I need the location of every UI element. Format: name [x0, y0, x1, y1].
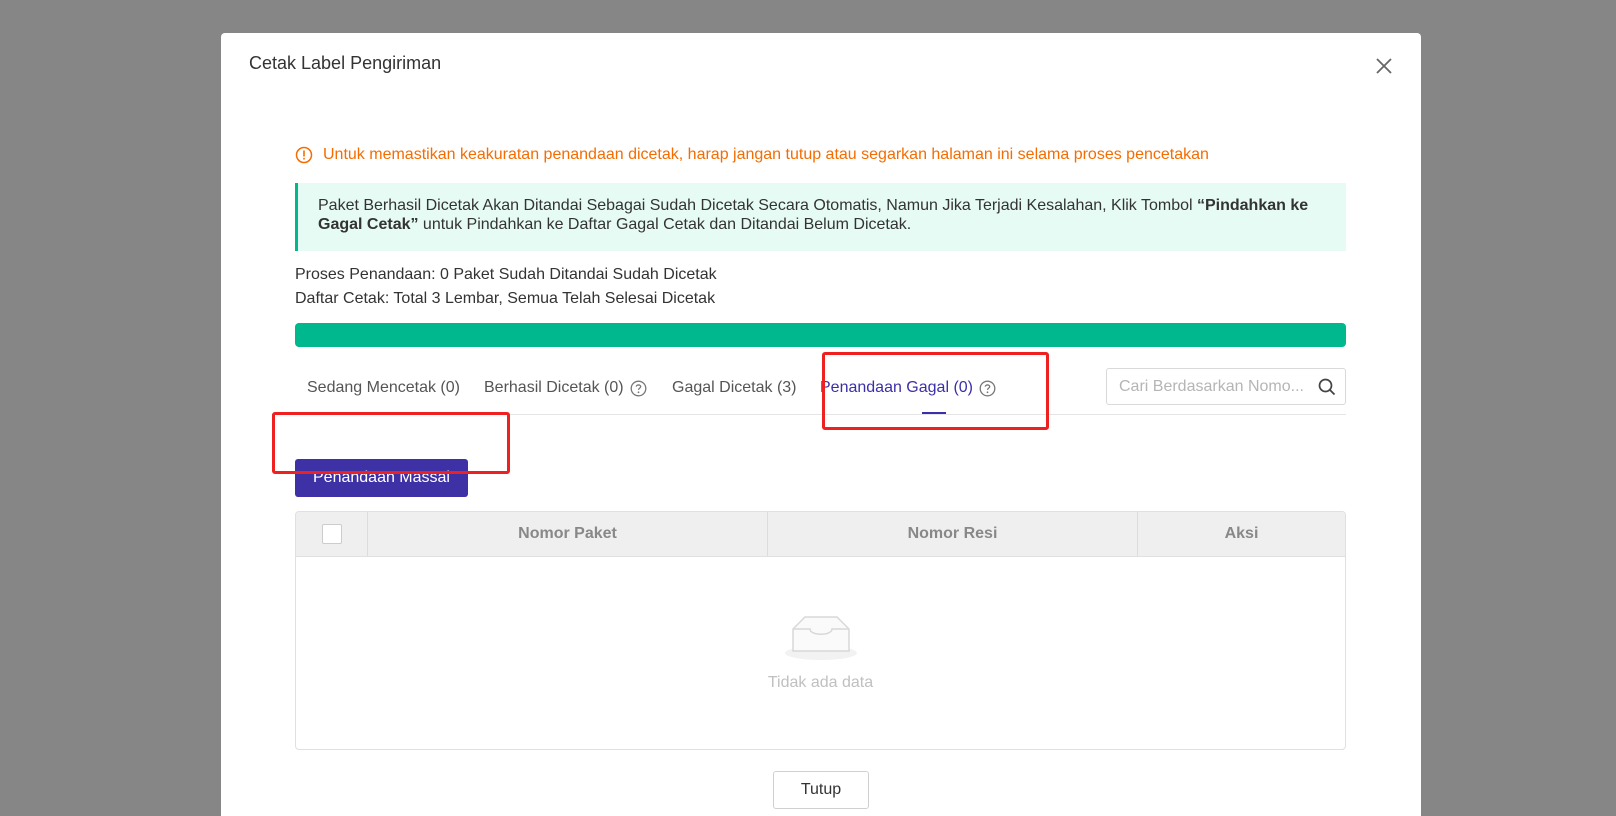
- select-all-checkbox[interactable]: [321, 524, 342, 544]
- modal-content: Untuk memastikan keakuratan penandaan di…: [295, 143, 1346, 750]
- column-header-package-number: Nomor Paket: [368, 512, 768, 556]
- table-header: Nomor Paket Nomor Resi Aksi: [296, 512, 1345, 557]
- tab-marking-failed[interactable]: Penandaan Gagal (0): [820, 379, 996, 397]
- help-icon[interactable]: [979, 380, 996, 397]
- tab-label: Sedang Mencetak (0): [307, 379, 460, 396]
- results-table: Nomor Paket Nomor Resi Aksi Tidak ada da…: [295, 511, 1346, 750]
- print-label-modal: Cetak Label Pengiriman Untuk memastikan …: [221, 33, 1421, 816]
- status-block: Proses Penandaan: 0 Paket Sudah Ditandai…: [295, 263, 1346, 311]
- warning-message: Untuk memastikan keakuratan penandaan di…: [295, 143, 1346, 167]
- print-list-status: Daftar Cetak: Total 3 Lembar, Semua Tela…: [295, 290, 716, 307]
- active-tab-indicator: [922, 412, 946, 414]
- tab-printing[interactable]: Sedang Mencetak (0): [307, 379, 460, 397]
- tabs-bar: Sedang Mencetak (0) Berhasil Dicetak (0)…: [295, 365, 1346, 415]
- help-icon[interactable]: [630, 380, 647, 397]
- tab-print-failed[interactable]: Gagal Dicetak (3): [672, 379, 797, 397]
- search-input[interactable]: [1119, 377, 1309, 396]
- modal-title: Cetak Label Pengiriman: [249, 53, 442, 73]
- marking-process-status: Proses Penandaan: 0 Paket Sudah Ditandai…: [295, 266, 717, 283]
- info-text-before: Paket Berhasil Dicetak Akan Ditandai Seb…: [318, 197, 1197, 214]
- empty-state: Tidak ada data: [296, 557, 1345, 749]
- tab-label: Gagal Dicetak (3): [672, 379, 797, 396]
- tab-label: Penandaan Gagal (0): [820, 379, 973, 396]
- search-icon[interactable]: [1318, 378, 1336, 396]
- tab-print-success[interactable]: Berhasil Dicetak (0): [484, 379, 647, 397]
- tab-label: Berhasil Dicetak (0): [484, 379, 624, 396]
- close-button[interactable]: Tutup: [773, 771, 869, 809]
- empty-text: Tidak ada data: [767, 674, 874, 691]
- column-header-tracking-number: Nomor Resi: [768, 512, 1138, 556]
- search-box: [1106, 368, 1346, 405]
- warning-text: Untuk memastikan keakuratan penandaan di…: [323, 146, 1209, 163]
- progress-bar: [295, 323, 1346, 347]
- empty-inbox-icon: [785, 616, 857, 660]
- column-header-action: Aksi: [1224, 525, 1259, 542]
- mass-mark-button[interactable]: Penandaan Massal: [295, 459, 468, 497]
- info-box: Paket Berhasil Dicetak Akan Ditandai Seb…: [295, 183, 1346, 251]
- info-text-after: untuk Pindahkan ke Daftar Gagal Cetak da…: [418, 216, 912, 233]
- select-all-cell: [296, 512, 368, 556]
- close-icon[interactable]: [1371, 53, 1397, 79]
- warning-icon: [295, 146, 313, 164]
